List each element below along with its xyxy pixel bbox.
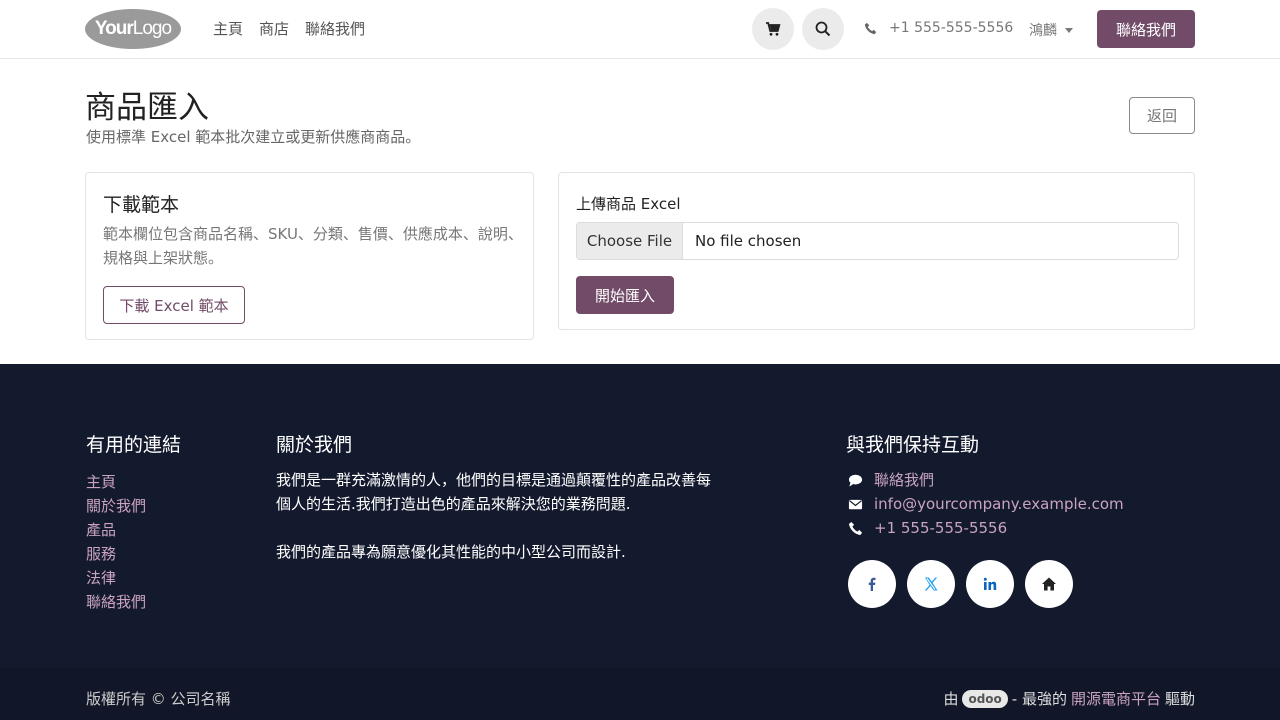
copyright-text: 版權所有 © 公司名稱: [86, 690, 231, 708]
chat-bubble-icon: [848, 474, 863, 487]
footer-about-title: 關於我們: [276, 434, 353, 456]
start-import-button[interactable]: 開始匯入: [576, 276, 674, 314]
footer-contact-title: 與我們保持互動: [846, 434, 980, 456]
header-phone[interactable]: +1 555-555-5556: [864, 20, 1013, 36]
upload-label: 上傳商品 Excel: [576, 195, 681, 213]
linkedin-icon: [983, 577, 997, 590]
x-button[interactable]: [907, 560, 955, 608]
footer-links-title: 有用的連結: [86, 434, 182, 456]
site-logo[interactable]: Your Logo: [85, 9, 181, 49]
footer-email-link[interactable]: info@yourcompany.example.com: [848, 492, 1124, 516]
linkedin-button[interactable]: [966, 560, 1014, 608]
cart-icon: [766, 22, 781, 36]
footer-link-products[interactable]: 產品: [86, 518, 146, 542]
file-name-display: No file chosen: [695, 232, 802, 250]
page-title: 商品匯入: [85, 90, 209, 126]
footer-links: 主頁 關於我們 產品 服務 法律 聯絡我們: [86, 470, 146, 614]
home-button[interactable]: [1025, 560, 1073, 608]
footer-link-home[interactable]: 主頁: [86, 470, 146, 494]
template-card-description: 範本欄位包含商品名稱、SKU、分類、售價、供應成本、說明、規格與上架狀態。: [103, 225, 523, 267]
ecommerce-platform-link[interactable]: 開源電商平台: [1071, 688, 1161, 709]
footer-link-contact[interactable]: 聯絡我們: [86, 590, 146, 614]
search-button[interactable]: [802, 8, 844, 50]
user-name: 鴻麟: [1029, 23, 1057, 39]
nav-item-contact[interactable]: 聯絡我們: [305, 18, 365, 39]
template-card: 下載範本 範本欄位包含商品名稱、SKU、分類、售價、供應成本、說明、規格與上架狀…: [85, 172, 534, 340]
footer-link-legal[interactable]: 法律: [86, 566, 146, 590]
nav-item-home[interactable]: 主頁: [213, 18, 243, 39]
template-card-title: 下載範本: [103, 194, 180, 216]
nav-item-shop[interactable]: 商店: [259, 18, 289, 39]
footer-about-paragraph: 我們的產品專為願意優化其性能的中小型公司而設計.: [276, 543, 626, 561]
footer-link-about[interactable]: 關於我們: [86, 494, 146, 518]
phone-icon: [864, 22, 877, 34]
back-button[interactable]: 返回: [1129, 97, 1195, 134]
top-navbar: Your Logo 主頁 商店 聯絡我們 +1 555-555-5556 鴻麟 聯…: [0, 0, 1280, 59]
copyright-bar: 版權所有 © 公司名稱 由 odoo - 最強的 開源電商平台 驅動: [0, 668, 1280, 720]
cart-button[interactable]: [752, 8, 794, 50]
footer-contact-us-link[interactable]: 聯絡我們: [848, 468, 1124, 492]
chevron-down-icon: [1065, 27, 1073, 33]
odoo-logo[interactable]: odoo: [962, 689, 1008, 708]
footer-about-text: 我們是一群充滿激情的人，他們的目標是通過顛覆性的產品改善每個人的生活.我們打造出…: [276, 468, 716, 564]
envelope-icon: [848, 499, 863, 509]
x-icon: [924, 577, 938, 591]
facebook-button[interactable]: [848, 560, 896, 608]
footer-contact: 聯絡我們 info@yourcompany.example.com +1 555…: [848, 468, 1124, 540]
phone-icon: [848, 521, 863, 535]
user-menu[interactable]: 鴻麟: [1029, 20, 1073, 40]
contact-us-button[interactable]: 聯絡我們: [1097, 10, 1195, 48]
page-subtitle: 使用標準 Excel 範本批次建立或更新供應商商品。: [86, 128, 421, 146]
footer: 有用的連結 主頁 關於我們 產品 服務 法律 聯絡我們 關於我們 我們是一群充滿…: [0, 364, 1280, 668]
main-nav: 主頁 商店 聯絡我們: [213, 18, 365, 39]
home-icon: [1042, 577, 1056, 591]
file-input[interactable]: Choose File No file chosen: [576, 222, 1179, 260]
header-phone-number: +1 555-555-5556: [889, 20, 1014, 36]
choose-file-button[interactable]: Choose File: [577, 223, 683, 259]
search-icon: [815, 21, 831, 37]
powered-by: 由 odoo - 最強的 開源電商平台 驅動: [943, 688, 1195, 709]
upload-card: 上傳商品 Excel Choose File No file chosen 開始…: [558, 172, 1195, 330]
footer-about-paragraph: 我們是一群充滿激情的人，他們的目標是通過顛覆性的產品改善每個人的生活.我們打造出…: [276, 471, 712, 513]
download-template-button[interactable]: 下載 Excel 範本: [103, 286, 245, 324]
social-links: [848, 560, 1073, 608]
facebook-icon: [868, 577, 876, 591]
footer-link-services[interactable]: 服務: [86, 542, 146, 566]
footer-phone-link[interactable]: +1 555-555-5556: [848, 516, 1124, 540]
